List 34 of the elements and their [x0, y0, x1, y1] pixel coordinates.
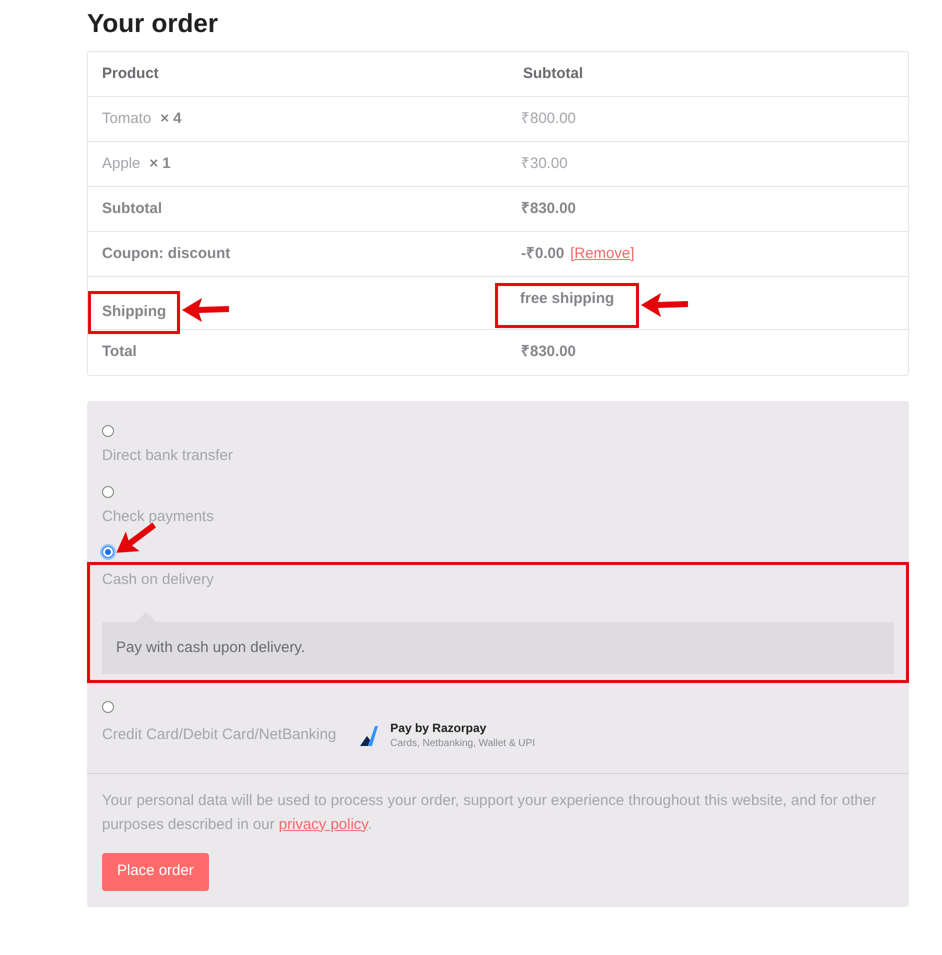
price-text: ₹30.00: [521, 154, 568, 174]
row-label: Subtotal: [102, 198, 162, 219]
row-label: Coupon: discount: [102, 244, 230, 264]
payment-label[interactable]: Direct bank transfer: [102, 445, 233, 468]
page-heading: Your order: [87, 8, 219, 38]
radio-button[interactable]: [102, 486, 114, 498]
place-order-button[interactable]: Place order: [102, 852, 209, 890]
badge-subtitle: Cards, Netbanking, Wallet & UPI: [390, 736, 535, 750]
amount-text: free shipping: [495, 283, 640, 328]
amount-text: ₹830.00: [521, 342, 576, 362]
column-header: Subtotal: [523, 65, 583, 82]
product-name: Apple: [102, 154, 140, 174]
column-header: Product: [102, 65, 159, 82]
radio-button[interactable]: [102, 700, 114, 712]
arrow-icon: [641, 292, 690, 318]
radio-button[interactable]: [102, 546, 114, 558]
amount-text: -₹0.00: [521, 244, 564, 264]
payment-label[interactable]: Credit Card/Debit Card/NetBanking: [102, 724, 336, 747]
payment-label[interactable]: Cash on delivery: [102, 569, 214, 592]
row-label: Shipping: [88, 291, 180, 334]
price-text: ₹800.00: [521, 108, 576, 129]
quantity-text: × 4: [160, 108, 182, 129]
payment-label[interactable]: Check payments: [102, 506, 214, 528]
amount-text: ₹830.00: [521, 198, 576, 219]
radio-button[interactable]: [102, 425, 114, 437]
privacy-notice: Your personal data will be used to process your order, support your experience throughout this website, and for other purposes described in our privacy policy.: [102, 790, 878, 834]
description-text: Pay with cash upon delivery.: [116, 638, 305, 656]
quantity-text: × 1: [149, 154, 171, 174]
remove-link[interactable]: [Remove]: [570, 242, 634, 266]
privacy-policy-link[interactable]: privacy policy: [278, 816, 368, 832]
arrow-icon: [182, 297, 230, 324]
product-name: Tomato: [102, 108, 152, 129]
badge-title: Pay by Razorpay: [390, 720, 488, 736]
row-label: Total: [102, 342, 137, 362]
